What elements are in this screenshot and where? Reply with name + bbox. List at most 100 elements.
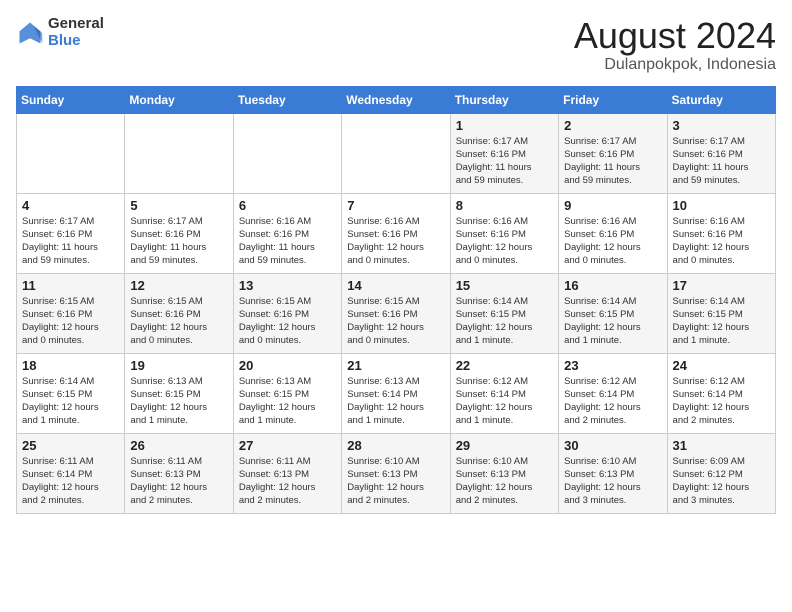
- day-number: 14: [347, 278, 444, 293]
- calendar-cell: 16 Sunrise: 6:14 AM Sunset: 6:15 PM Dayli…: [559, 273, 667, 353]
- calendar-week-row: 25 Sunrise: 6:11 AM Sunset: 6:14 PM Dayli…: [17, 433, 776, 513]
- day-info: Sunrise: 6:11 AM Sunset: 6:13 PM Dayligh…: [239, 455, 336, 508]
- calendar-cell: 9 Sunrise: 6:16 AM Sunset: 6:16 PM Daylig…: [559, 193, 667, 273]
- calendar-cell: 22Sunrise: 6:12 AM Sunset: 6:14 PM Dayli…: [450, 353, 558, 433]
- calendar-title: August 2024: [574, 16, 776, 56]
- calendar-week-row: 4 Sunrise: 6:17 AM Sunset: 6:16 PM Daylig…: [17, 193, 776, 273]
- calendar-table: SundayMondayTuesdayWednesdayThursdayFrid…: [16, 86, 776, 514]
- weekday-header-tuesday: Tuesday: [233, 86, 341, 113]
- weekday-header-thursday: Thursday: [450, 86, 558, 113]
- day-number: 13: [239, 278, 336, 293]
- calendar-cell: 28 Sunrise: 6:10 AM Sunset: 6:13 PM Dayli…: [342, 433, 450, 513]
- day-number: 30: [564, 438, 661, 453]
- page-header: General Blue August 2024 Dulanpokpok, In…: [16, 16, 776, 74]
- calendar-cell: 18 Sunrise: 6:14 AM Sunset: 6:15 PM Dayli…: [17, 353, 125, 433]
- day-number: 22: [456, 358, 553, 373]
- day-info: Sunrise: 6:17 AM Sunset: 6:16 PM Dayligh…: [22, 215, 119, 268]
- day-info: Sunrise: 6:13 AM Sunset: 6:14 PM Dayligh…: [347, 375, 444, 428]
- calendar-cell: 29Sunrise: 6:10 AM Sunset: 6:13 PM Dayli…: [450, 433, 558, 513]
- day-number: 20: [239, 358, 336, 373]
- day-number: 15: [456, 278, 553, 293]
- calendar-cell: 6 Sunrise: 6:16 AM Sunset: 6:16 PM Daylig…: [233, 193, 341, 273]
- day-number: 9: [564, 198, 661, 213]
- day-info: Sunrise: 6:11 AM Sunset: 6:13 PM Dayligh…: [130, 455, 227, 508]
- calendar-cell: 13 Sunrise: 6:15 AM Sunset: 6:16 PM Dayli…: [233, 273, 341, 353]
- calendar-cell: 20 Sunrise: 6:13 AM Sunset: 6:15 PM Dayli…: [233, 353, 341, 433]
- calendar-cell: 4 Sunrise: 6:17 AM Sunset: 6:16 PM Daylig…: [17, 193, 125, 273]
- day-info: Sunrise: 6:11 AM Sunset: 6:14 PM Dayligh…: [22, 455, 119, 508]
- day-number: 28: [347, 438, 444, 453]
- day-number: 4: [22, 198, 119, 213]
- calendar-cell: 5 Sunrise: 6:17 AM Sunset: 6:16 PM Daylig…: [125, 193, 233, 273]
- logo-icon: [16, 19, 44, 47]
- calendar-cell: 2 Sunrise: 6:17 AM Sunset: 6:16 PM Daylig…: [559, 113, 667, 193]
- day-info: Sunrise: 6:17 AM Sunset: 6:16 PM Dayligh…: [456, 135, 553, 188]
- weekday-header-friday: Friday: [559, 86, 667, 113]
- day-info: Sunrise: 6:15 AM Sunset: 6:16 PM Dayligh…: [239, 295, 336, 348]
- day-number: 7: [347, 198, 444, 213]
- day-info: Sunrise: 6:15 AM Sunset: 6:16 PM Dayligh…: [22, 295, 119, 348]
- day-number: 11: [22, 278, 119, 293]
- day-number: 31: [673, 438, 770, 453]
- day-number: 24: [673, 358, 770, 373]
- day-number: 6: [239, 198, 336, 213]
- day-number: 26: [130, 438, 227, 453]
- calendar-cell: [342, 113, 450, 193]
- calendar-subtitle: Dulanpokpok, Indonesia: [574, 56, 776, 74]
- day-number: 1: [456, 118, 553, 133]
- calendar-cell: 27 Sunrise: 6:11 AM Sunset: 6:13 PM Dayli…: [233, 433, 341, 513]
- calendar-cell: 7 Sunrise: 6:16 AM Sunset: 6:16 PM Daylig…: [342, 193, 450, 273]
- day-number: 19: [130, 358, 227, 373]
- day-number: 10: [673, 198, 770, 213]
- day-info: Sunrise: 6:16 AM Sunset: 6:16 PM Dayligh…: [239, 215, 336, 268]
- day-info: Sunrise: 6:16 AM Sunset: 6:16 PM Dayligh…: [456, 215, 553, 268]
- calendar-week-row: 18 Sunrise: 6:14 AM Sunset: 6:15 PM Dayli…: [17, 353, 776, 433]
- day-number: 21: [347, 358, 444, 373]
- calendar-cell: 3 Sunrise: 6:17 AM Sunset: 6:16 PM Daylig…: [667, 113, 775, 193]
- calendar-cell: 15 Sunrise: 6:14 AM Sunset: 6:15 PM Dayli…: [450, 273, 558, 353]
- calendar-cell: [233, 113, 341, 193]
- day-info: Sunrise: 6:17 AM Sunset: 6:16 PM Dayligh…: [130, 215, 227, 268]
- day-info: Sunrise: 6:16 AM Sunset: 6:16 PM Dayligh…: [673, 215, 770, 268]
- calendar-cell: 10 Sunrise: 6:16 AM Sunset: 6:16 PM Dayli…: [667, 193, 775, 273]
- day-info: Sunrise: 6:09 AM Sunset: 6:12 PM Dayligh…: [673, 455, 770, 508]
- day-number: 16: [564, 278, 661, 293]
- weekday-header-saturday: Saturday: [667, 86, 775, 113]
- day-info: Sunrise: 6:16 AM Sunset: 6:16 PM Dayligh…: [564, 215, 661, 268]
- calendar-cell: 14Sunrise: 6:15 AM Sunset: 6:16 PM Dayli…: [342, 273, 450, 353]
- day-info: Sunrise: 6:17 AM Sunset: 6:16 PM Dayligh…: [564, 135, 661, 188]
- day-info: Sunrise: 6:13 AM Sunset: 6:15 PM Dayligh…: [239, 375, 336, 428]
- calendar-cell: 24Sunrise: 6:12 AM Sunset: 6:14 PM Dayli…: [667, 353, 775, 433]
- day-info: Sunrise: 6:10 AM Sunset: 6:13 PM Dayligh…: [347, 455, 444, 508]
- day-info: Sunrise: 6:10 AM Sunset: 6:13 PM Dayligh…: [456, 455, 553, 508]
- day-number: 3: [673, 118, 770, 133]
- day-info: Sunrise: 6:14 AM Sunset: 6:15 PM Dayligh…: [456, 295, 553, 348]
- day-info: Sunrise: 6:15 AM Sunset: 6:16 PM Dayligh…: [130, 295, 227, 348]
- calendar-cell: [125, 113, 233, 193]
- title-block: August 2024 Dulanpokpok, Indonesia: [574, 16, 776, 74]
- calendar-week-row: 1 Sunrise: 6:17 AM Sunset: 6:16 PM Daylig…: [17, 113, 776, 193]
- day-number: 27: [239, 438, 336, 453]
- calendar-cell: 8Sunrise: 6:16 AM Sunset: 6:16 PM Daylig…: [450, 193, 558, 273]
- calendar-cell: 26 Sunrise: 6:11 AM Sunset: 6:13 PM Dayli…: [125, 433, 233, 513]
- calendar-cell: 30Sunrise: 6:10 AM Sunset: 6:13 PM Dayli…: [559, 433, 667, 513]
- calendar-cell: 23Sunrise: 6:12 AM Sunset: 6:14 PM Dayli…: [559, 353, 667, 433]
- day-info: Sunrise: 6:14 AM Sunset: 6:15 PM Dayligh…: [673, 295, 770, 348]
- weekday-header-row: SundayMondayTuesdayWednesdayThursdayFrid…: [17, 86, 776, 113]
- day-number: 18: [22, 358, 119, 373]
- day-number: 5: [130, 198, 227, 213]
- day-info: Sunrise: 6:16 AM Sunset: 6:16 PM Dayligh…: [347, 215, 444, 268]
- weekday-header-wednesday: Wednesday: [342, 86, 450, 113]
- day-number: 2: [564, 118, 661, 133]
- calendar-cell: [17, 113, 125, 193]
- day-info: Sunrise: 6:12 AM Sunset: 6:14 PM Dayligh…: [564, 375, 661, 428]
- day-info: Sunrise: 6:13 AM Sunset: 6:15 PM Dayligh…: [130, 375, 227, 428]
- day-number: 25: [22, 438, 119, 453]
- calendar-week-row: 11 Sunrise: 6:15 AM Sunset: 6:16 PM Dayli…: [17, 273, 776, 353]
- calendar-cell: 17Sunrise: 6:14 AM Sunset: 6:15 PM Dayli…: [667, 273, 775, 353]
- day-info: Sunrise: 6:17 AM Sunset: 6:16 PM Dayligh…: [673, 135, 770, 188]
- day-info: Sunrise: 6:14 AM Sunset: 6:15 PM Dayligh…: [22, 375, 119, 428]
- calendar-cell: 12Sunrise: 6:15 AM Sunset: 6:16 PM Dayli…: [125, 273, 233, 353]
- calendar-cell: 31 Sunrise: 6:09 AM Sunset: 6:12 PM Dayli…: [667, 433, 775, 513]
- day-info: Sunrise: 6:14 AM Sunset: 6:15 PM Dayligh…: [564, 295, 661, 348]
